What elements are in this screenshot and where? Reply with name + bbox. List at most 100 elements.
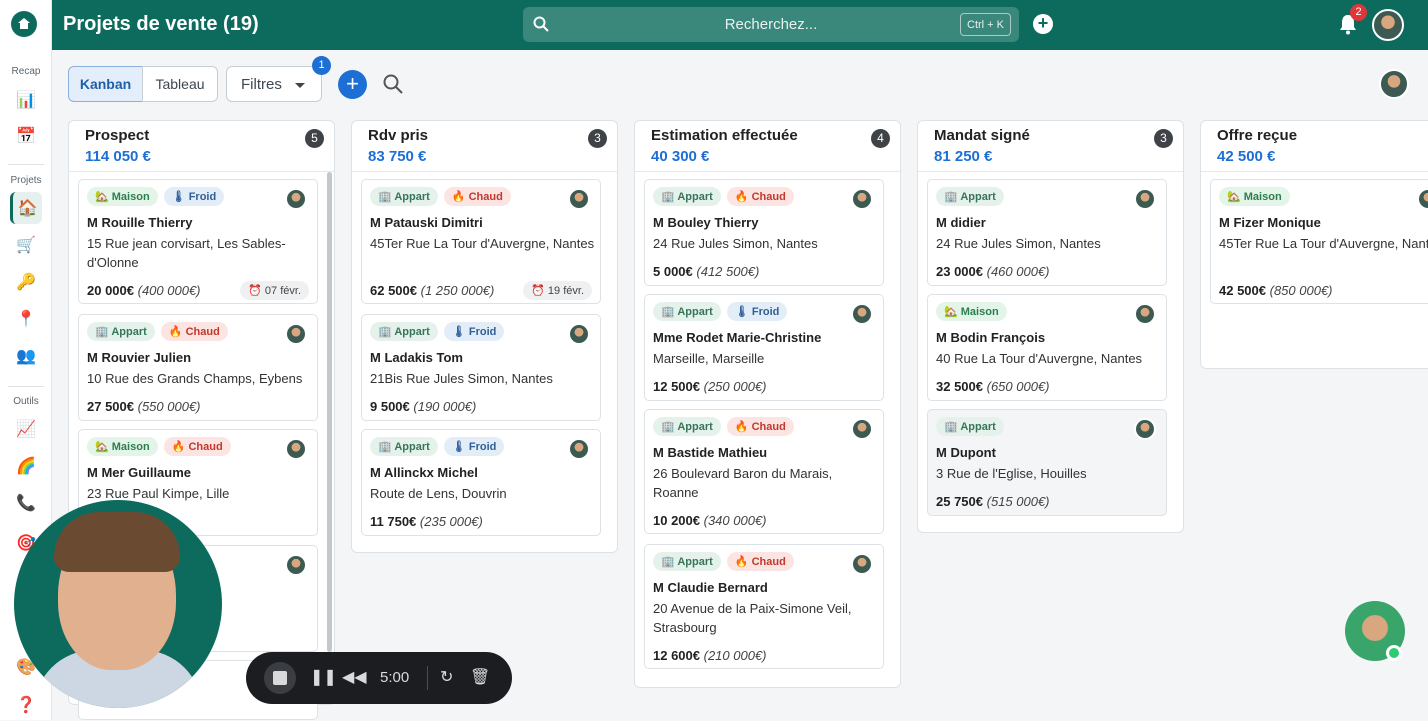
card-avatar[interactable] (568, 438, 590, 460)
card-avatar[interactable] (851, 303, 873, 325)
project-card[interactable]: 🏢 Appart M Dupont 3 Rue de l'Eglise, Hou… (927, 409, 1167, 516)
calendar-icon[interactable]: 📅 (10, 120, 42, 152)
pause-icon[interactable]: ❚❚ (310, 667, 337, 687)
rainbow-icon[interactable]: 🌈 (10, 450, 42, 482)
stop-button[interactable] (264, 662, 296, 694)
divider (69, 171, 334, 172)
column-title: Mandat signé (934, 127, 1030, 144)
column-title: Rdv pris (368, 127, 429, 144)
pin-icon[interactable]: 📍 (10, 303, 42, 335)
tag-label: Appart (960, 191, 996, 203)
card-avatar[interactable] (851, 188, 873, 210)
card-avatar[interactable] (285, 188, 307, 210)
commission: 32 500€ (936, 379, 983, 394)
card-avatar[interactable] (285, 438, 307, 460)
search-bar[interactable]: Recherchez... Ctrl + K (523, 7, 1019, 42)
client-address: Route de Lens, Douvrin (370, 486, 507, 501)
project-card[interactable]: 🏢 Appart 🔥 Chaud M Bouley Thierry 24 Rue … (644, 179, 884, 286)
webcam-hair (54, 512, 180, 572)
froid-icon: 🌡 (171, 191, 186, 203)
house-icon[interactable]: 🏠 (10, 192, 42, 224)
view-kanban-button[interactable]: Kanban (68, 66, 143, 102)
tag-maison: 🏡 Maison (87, 437, 158, 456)
column-scrollbar[interactable] (327, 172, 332, 652)
card-avatar[interactable] (851, 553, 873, 575)
project-card[interactable]: 🏢 Appart 🔥 Chaud M Rouvier Julien 10 Rue … (78, 314, 318, 421)
card-avatar[interactable] (1134, 303, 1156, 325)
column-count-badge: 3 (1154, 129, 1173, 148)
client-name: M Bodin François (936, 330, 1046, 345)
card-price: 11 750€ (235 000€) (370, 514, 483, 529)
add-icon[interactable]: + (1033, 14, 1053, 34)
view-tableau-button[interactable]: Tableau (142, 66, 218, 102)
card-avatar[interactable] (1417, 188, 1428, 210)
phone-icon[interactable]: 📞 (10, 487, 42, 519)
property-price: (190 000€) (413, 399, 477, 414)
project-card[interactable]: 🏡 Maison M Fizer Monique 45Ter Rue La To… (1210, 179, 1428, 304)
commission: 20 000€ (87, 283, 134, 298)
chaud-icon: 🔥 (734, 556, 749, 568)
card-avatar[interactable] (851, 418, 873, 440)
card-tags: 🏢 Appart 🔥 Chaud (653, 417, 794, 436)
project-card[interactable]: 🏢 Appart 🌡 Froid M Ladakis Tom 21Bis Rue … (361, 314, 601, 421)
cart-icon[interactable]: 🛒 (10, 229, 42, 261)
client-address: Marseille, Marseille (653, 351, 765, 366)
card-avatar[interactable] (568, 188, 590, 210)
notification-badge: 2 (1350, 4, 1367, 21)
card-price: 12 600€ (210 000€) (653, 648, 767, 663)
kanban-column: Offre reçue 42 500 € 🏡 Maison M Fizer Mo… (1200, 120, 1428, 369)
restart-icon[interactable]: ↻ (440, 667, 453, 687)
sidebar-section-outils: Outils (13, 396, 39, 407)
user-avatar[interactable] (1372, 9, 1404, 41)
users-icon[interactable]: 👥 (10, 340, 42, 372)
commission: 62 500€ (370, 283, 417, 298)
key-icon[interactable]: 🔑 (10, 266, 42, 298)
due-date: 19 févr. (547, 285, 584, 297)
online-status-dot (1386, 645, 1402, 661)
tag-label: Maison (111, 191, 150, 203)
trash-icon[interactable]: 🗑 (470, 667, 490, 687)
card-tags: 🏢 Appart 🌡 Froid (370, 437, 505, 456)
client-name: M Rouille Thierry (87, 215, 193, 230)
chart-icon[interactable]: 📊 (10, 84, 42, 116)
filters-dropdown[interactable]: Filtres (226, 66, 322, 102)
project-card[interactable]: 🏡 Maison 🌡 Froid M Rouille Thierry 15 Rue… (78, 179, 318, 304)
tag-maison: 🏡 Maison (936, 302, 1007, 321)
chaud-icon: 🔥 (451, 191, 466, 203)
froid-icon: 🌡 (734, 306, 749, 318)
trend-icon[interactable]: 📈 (10, 413, 42, 445)
project-card[interactable]: 🏢 Appart 🔥 Chaud M Claudie Bernard 20 Ave… (644, 544, 884, 669)
search-icon[interactable] (382, 73, 404, 95)
rewind-icon[interactable]: ◀◀ (342, 667, 367, 687)
add-project-button[interactable]: + (338, 70, 367, 99)
property-price: (235 000€) (419, 514, 483, 529)
client-address: 24 Rue Jules Simon, Nantes (936, 236, 1101, 251)
stop-icon (273, 671, 287, 685)
card-avatar[interactable] (285, 554, 307, 576)
divider (427, 666, 428, 690)
tag-label: Chaud (751, 191, 786, 203)
project-card[interactable]: 🏢 Appart 🌡 Froid M Allinckx Michel Route … (361, 429, 601, 536)
project-card[interactable]: 🏡 Maison M Bodin François 40 Rue La Tour… (927, 294, 1167, 401)
card-avatar[interactable] (1134, 188, 1156, 210)
maison-icon: 🏡 (95, 441, 109, 453)
project-card[interactable]: 🏢 Appart 🔥 Chaud M Patauski Dimitri 45Ter… (361, 179, 601, 304)
card-avatar[interactable] (1134, 418, 1156, 440)
card-price: 9 500€ (190 000€) (370, 399, 476, 414)
home-icon[interactable] (11, 11, 37, 37)
project-card[interactable]: 🏢 Appart 🌡 Froid Mme Rodet Marie-Christin… (644, 294, 884, 401)
card-avatar[interactable] (285, 323, 307, 345)
card-price: 25 750€ (515 000€) (936, 494, 1050, 509)
card-price: 62 500€ (1 250 000€) (370, 283, 494, 298)
project-card[interactable]: 🏢 Appart M didier 24 Rue Jules Simon, Na… (927, 179, 1167, 286)
client-name: M Allinckx Michel (370, 465, 478, 480)
card-tags: 🏡 Maison 🌡 Froid (87, 187, 225, 206)
client-name: M Rouvier Julien (87, 350, 192, 365)
card-avatar[interactable] (568, 323, 590, 345)
assignee-avatar[interactable] (1379, 69, 1409, 99)
tag-label: Appart (960, 421, 996, 433)
appart-icon: 🏢 (944, 191, 958, 203)
tag-label: Appart (111, 326, 147, 338)
project-card[interactable]: 🏢 Appart 🔥 Chaud M Bastide Mathieu 26 Bou… (644, 409, 884, 534)
chaud-icon: 🔥 (168, 326, 183, 338)
